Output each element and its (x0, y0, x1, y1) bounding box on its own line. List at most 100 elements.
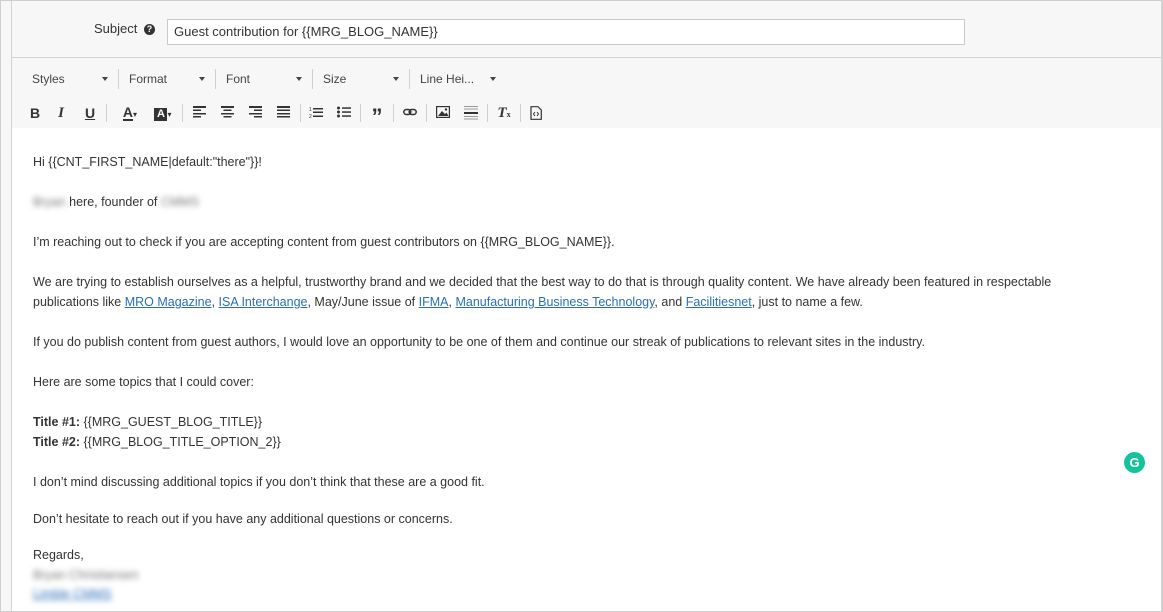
link-manufacturing-business-technology[interactable]: Manufacturing Business Technology (455, 295, 654, 309)
horizontal-line-button[interactable] (460, 102, 482, 124)
subject-label-text: Subject (94, 21, 138, 36)
link-ifma[interactable]: IFMA (419, 295, 449, 309)
justify-button[interactable] (272, 102, 294, 124)
link-isa-interchange[interactable]: ISA Interchange (219, 295, 308, 309)
toolbar-divider (118, 69, 119, 89)
font-dropdown[interactable]: Font (226, 69, 302, 89)
background-color-icon: A (154, 108, 168, 121)
trying-paragraph-line1: We are trying to establish ourselves as … (33, 275, 1052, 289)
regards-text: Regards, (33, 548, 84, 562)
publish-paragraph: If you do publish content from guest aut… (33, 335, 925, 349)
title-1-label: Title #1: (33, 415, 81, 429)
title-1-value: {{MRG_GUEST_BLOG_TITLE}} (80, 415, 263, 429)
text-color-icon: A (122, 104, 134, 121)
reaching-out-paragraph: I’m reaching out to check if you are acc… (33, 235, 615, 249)
background-color-button[interactable]: A ▾ (148, 102, 178, 124)
line-height-dropdown[interactable]: Line Hei... (420, 69, 496, 89)
underline-button[interactable]: U (79, 102, 101, 124)
line-height-dropdown-label: Line Hei... (420, 72, 475, 86)
image-icon (436, 106, 450, 118)
text-span: , May/June issue of (307, 295, 419, 309)
styles-dropdown-label: Styles (32, 72, 65, 86)
align-right-icon (248, 106, 262, 118)
horizontal-line-icon (464, 106, 478, 120)
remove-format-button[interactable]: Tx (493, 102, 515, 124)
styles-dropdown[interactable]: Styles (32, 69, 108, 89)
numbered-list-button[interactable]: 12 (305, 102, 327, 124)
toolbar-divider (182, 104, 183, 122)
toolbar-divider (312, 69, 313, 89)
title-1-line: Title #1: {{MRG_GUEST_BLOG_TITLE}} (33, 412, 262, 432)
source-button[interactable] (525, 102, 547, 124)
toolbar-divider (106, 104, 107, 122)
topics-paragraph: Here are some topics that I could cover: (33, 375, 254, 389)
toolbar-divider (426, 104, 427, 122)
title-2-label: Title #2: (33, 435, 81, 449)
toolbar-divider (409, 69, 410, 89)
justify-icon (276, 106, 290, 118)
remove-format-icon: Tx (497, 105, 511, 121)
link-facilitiesnet[interactable]: Facilitiesnet (686, 295, 752, 309)
blurred-name: Bryan (33, 195, 66, 209)
align-right-button[interactable] (244, 102, 266, 124)
question-circle-icon[interactable]: ? (144, 24, 155, 35)
bold-button[interactable]: B (24, 102, 46, 124)
svg-text:1: 1 (309, 107, 312, 113)
font-dropdown-label: Font (226, 72, 251, 86)
subject-label: Subject ? (94, 21, 155, 36)
editor-toolbar: Styles Format Font Size Line Hei... B I … (12, 57, 1161, 129)
subject-input[interactable]: Guest contribution for {{MRG_BLOG_NAME}} (167, 19, 965, 45)
toolbar-divider (520, 104, 521, 122)
image-button[interactable] (432, 102, 454, 124)
quote-icon: ” (371, 104, 383, 129)
editor-panel: Subject ? Guest contribution for {{MRG_B… (11, 1, 1162, 611)
align-left-button[interactable] (188, 102, 210, 124)
italic-button[interactable]: I (50, 102, 72, 124)
bulleted-list-icon (337, 106, 351, 118)
blurred-signature-name: Bryan Christiansen (33, 568, 139, 582)
blurred-company: CMMS (160, 195, 200, 209)
format-dropdown[interactable]: Format (129, 69, 205, 89)
greeting-text: Hi {{CNT_FIRST_NAME|default:"there"}}! (33, 155, 262, 169)
link-mro-magazine[interactable]: MRO Magazine (125, 295, 212, 309)
text-span: , and (654, 295, 686, 309)
size-dropdown[interactable]: Size (323, 69, 399, 89)
signature-company: Limble CMMS (33, 584, 112, 604)
numbered-list-icon: 12 (309, 107, 323, 119)
align-center-button[interactable] (216, 102, 238, 124)
chevron-down-icon (199, 77, 205, 81)
email-editor-frame: Subject ? Guest contribution for {{MRG_B… (0, 0, 1163, 612)
toolbar-divider (215, 69, 216, 89)
toolbar-divider (393, 104, 394, 122)
toolbar-divider (487, 104, 488, 122)
signature-name: Bryan Christiansen (33, 565, 139, 585)
chevron-down-icon (393, 77, 399, 81)
chevron-down-icon (296, 77, 302, 81)
size-dropdown-label: Size (323, 72, 347, 86)
bulleted-list-button[interactable] (333, 102, 355, 124)
title-2-value: {{MRG_BLOG_TITLE_OPTION_2}} (80, 435, 281, 449)
email-body-editor[interactable]: Hi {{CNT_FIRST_NAME|default:"there"}}! B… (12, 128, 1161, 611)
align-left-icon (192, 106, 206, 118)
chevron-down-icon: ▾ (167, 110, 172, 119)
align-center-icon (220, 106, 234, 118)
source-icon (530, 106, 542, 120)
text-span: publications like (33, 295, 125, 309)
hesitate-paragraph: Don’t hesitate to reach out if you have … (33, 512, 453, 526)
blockquote-button[interactable]: ” (366, 102, 388, 129)
text-span: , (211, 295, 219, 309)
grammarly-icon[interactable]: G (1124, 452, 1145, 473)
text-color-button[interactable]: A▾ (115, 102, 145, 124)
toolbar-divider (300, 104, 301, 122)
subject-row: Subject ? Guest contribution for {{MRG_B… (12, 1, 1161, 57)
chevron-down-icon (490, 77, 496, 81)
format-dropdown-label: Format (129, 72, 168, 86)
link-button[interactable] (399, 102, 421, 124)
toolbar-divider (360, 104, 361, 122)
chevron-down-icon: ▾ (133, 110, 138, 119)
title-2-line: Title #2: {{MRG_BLOG_TITLE_OPTION_2}} (33, 432, 281, 452)
additional-topics-paragraph: I don’t mind discussing additional topic… (33, 475, 485, 489)
intro-text: here, founder of (65, 195, 161, 209)
text-span: , just to name a few. (751, 295, 863, 309)
chevron-down-icon (102, 77, 108, 81)
